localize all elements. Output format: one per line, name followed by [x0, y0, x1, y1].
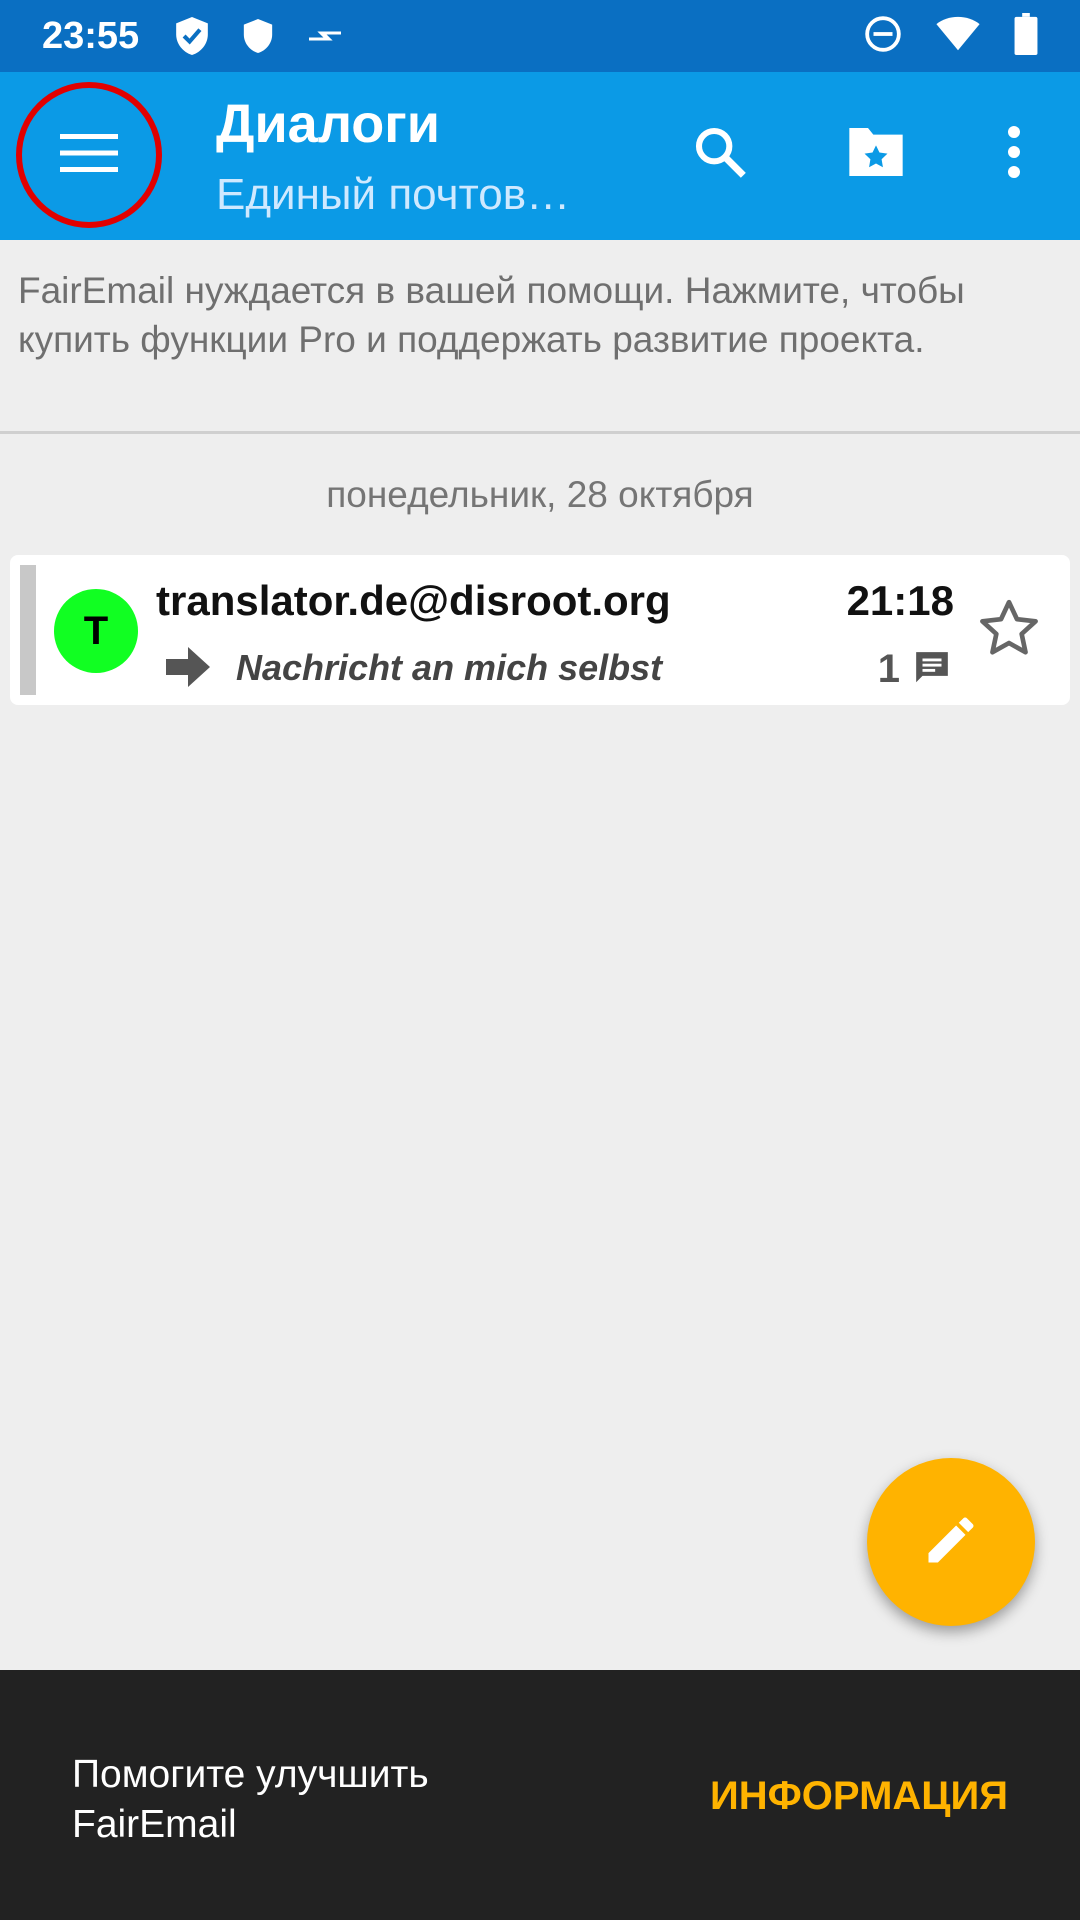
overflow-menu-button[interactable] — [974, 114, 1054, 194]
pro-banner[interactable]: FairEmail нуждается в вашей помощи. Нажм… — [0, 240, 1080, 434]
menu-button[interactable] — [16, 82, 162, 228]
search-button[interactable] — [680, 114, 760, 194]
message-time: 21:18 — [846, 577, 954, 624]
page-title: Диалоги — [216, 94, 440, 154]
data-arrows-icon — [305, 21, 345, 51]
favorite-folders-button[interactable] — [836, 114, 916, 194]
compose-button[interactable] — [867, 1458, 1035, 1626]
message-list-item[interactable]: T translator.de@disroot.org 21:18 Nachri… — [10, 555, 1070, 705]
snackbar-text: Помогите улучшить FairEmail — [72, 1753, 429, 1846]
message-subject: Nachricht an mich selbst — [236, 647, 663, 688]
thread-count: 1 — [877, 647, 900, 691]
dnd-icon — [864, 15, 902, 58]
star-button[interactable] — [972, 593, 1046, 667]
avatar: T — [54, 589, 138, 673]
app-bar: Диалоги Единый почтов… — [0, 72, 1080, 240]
forward-arrow-icon — [164, 645, 212, 694]
highlight-circle — [16, 82, 162, 228]
wifi-icon — [936, 16, 980, 57]
more-vert-icon — [1006, 125, 1022, 183]
page-subtitle: Единый почтов… — [216, 170, 571, 219]
shield-icon — [241, 16, 275, 56]
status-time: 23:55 — [42, 14, 140, 57]
account-color-stripe — [20, 565, 36, 695]
conversation-icon — [912, 649, 952, 692]
star-outline-icon — [978, 598, 1040, 663]
snackbar: Помогите улучшить FairEmail ИНФОРМАЦИЯ — [0, 1670, 1080, 1920]
folder-star-icon — [844, 125, 908, 184]
shield-check-icon — [173, 15, 211, 57]
battery-icon — [1014, 12, 1038, 60]
pencil-icon — [921, 1510, 981, 1575]
date-separator: понедельник, 28 октября — [326, 474, 754, 515]
status-bar: 23:55 — [0, 0, 1080, 72]
snackbar-action-button[interactable]: ИНФОРМАЦИЯ — [710, 1774, 1008, 1819]
search-icon — [692, 124, 748, 185]
message-sender: translator.de@disroot.org — [156, 577, 671, 624]
